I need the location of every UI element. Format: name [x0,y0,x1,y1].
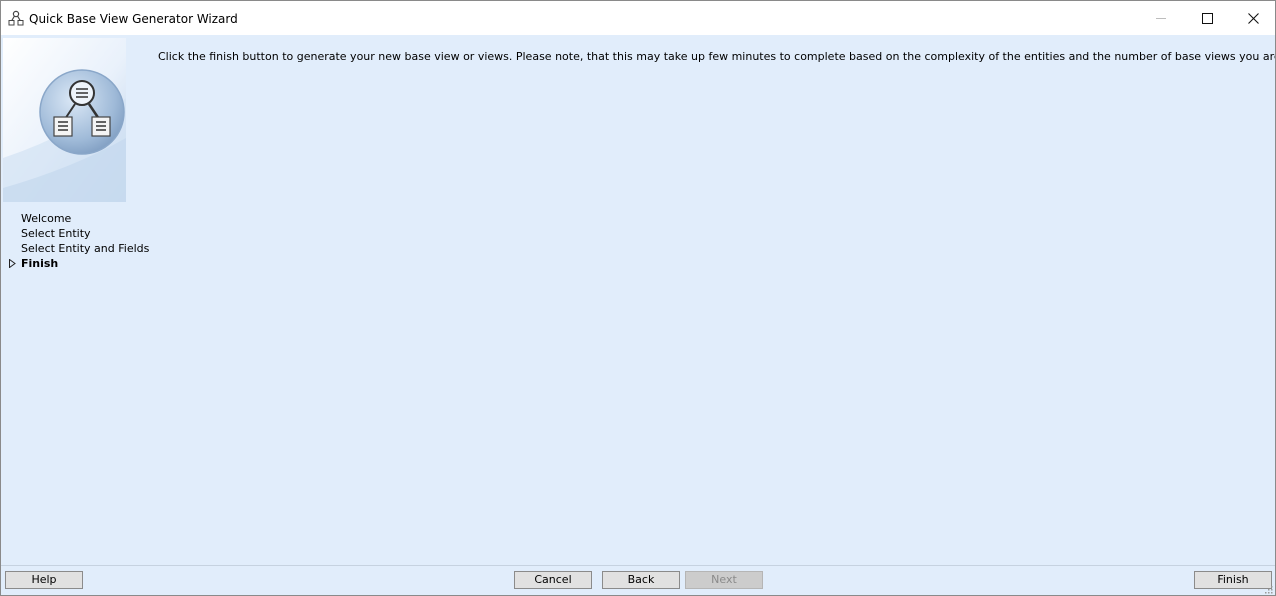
maximize-icon [1201,12,1213,24]
step-label: Select Entity [21,227,91,240]
button-bar: Help Cancel Back Next Finish [1,565,1275,595]
step-label: Select Entity and Fields [21,242,150,255]
wizard-steps: Welcome Select Entity Select Entity and … [7,211,150,271]
instruction-text: Click the finish button to generate your… [158,50,1276,63]
next-button: Next [685,571,763,589]
cancel-button[interactable]: Cancel [514,571,592,589]
help-button[interactable]: Help [5,571,83,589]
resize-grip-icon[interactable] [1265,586,1273,594]
view-generator-icon [8,10,24,26]
title-bar: Quick Base View Generator Wizard [1,1,1275,35]
maximize-button[interactable] [1184,1,1230,35]
back-button[interactable]: Back [602,571,680,589]
wizard-content: Welcome Select Entity Select Entity and … [1,35,1275,565]
step-finish: Finish [7,256,147,271]
step-label: Finish [21,257,59,270]
minimize-icon [1156,18,1166,19]
step-select-entity: Select Entity [7,226,147,241]
finish-button[interactable]: Finish [1194,571,1272,589]
window-title: Quick Base View Generator Wizard [29,12,238,26]
triangle-right-icon [9,259,16,268]
magnifier-documents-icon [3,38,126,202]
close-button[interactable] [1230,1,1275,35]
wizard-window: Quick Base View Generator Wizard Welcome… [0,0,1276,596]
minimize-button[interactable] [1138,1,1184,35]
close-icon [1247,12,1259,24]
step-select-entity-and-fields: Select Entity and Fields [7,241,150,256]
step-welcome: Welcome [7,211,147,226]
step-label: Welcome [21,212,72,225]
